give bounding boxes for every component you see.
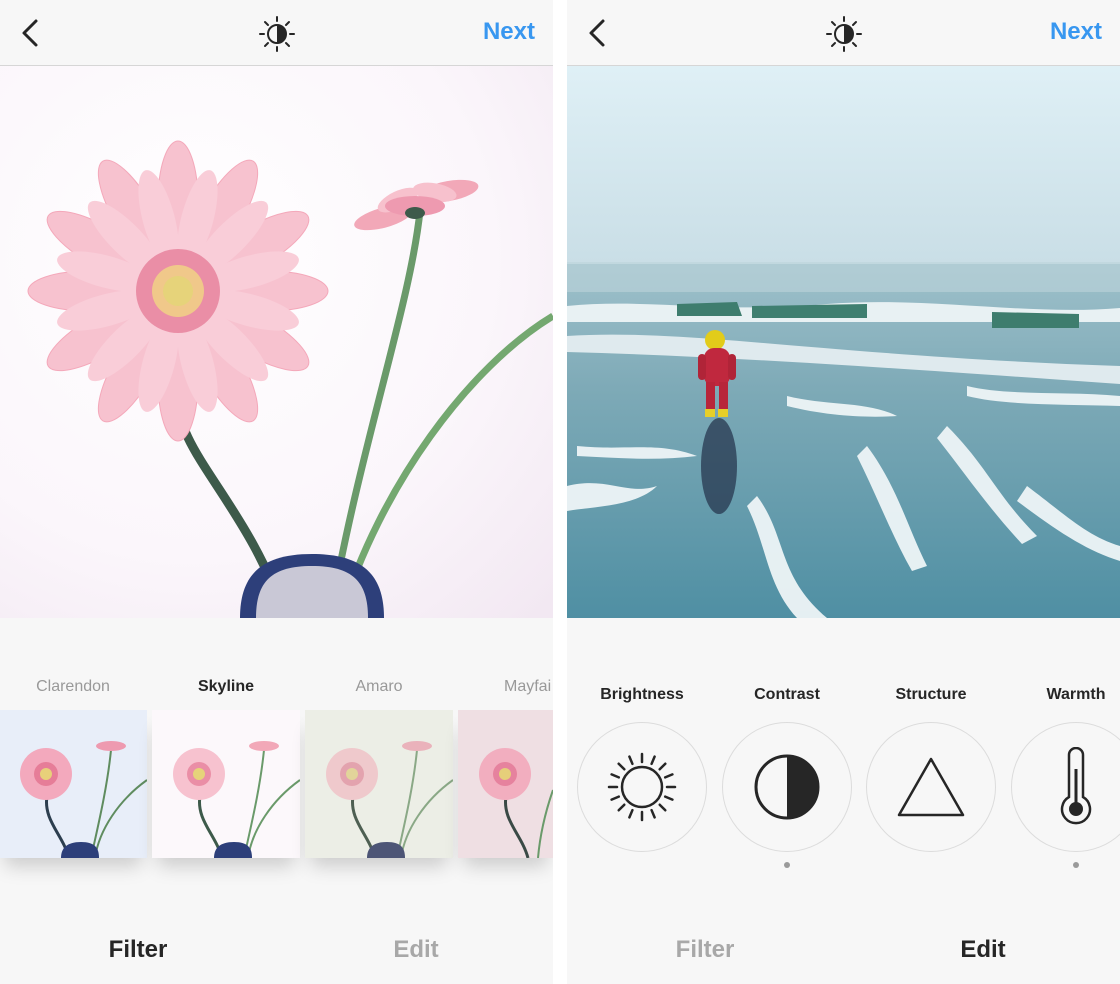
edit-screen: Next Brightness Contrast Structure Warmt… [567,0,1120,984]
tool-label-structure: Structure [895,686,967,703]
next-button[interactable]: Next [1050,18,1102,46]
next-button[interactable]: Next [483,18,535,46]
filter-screen: Next Clarendon Skyline Amaro Mayfai Filt… [0,0,553,984]
structure-tool-button[interactable] [866,722,996,852]
chevron-left-icon [22,19,38,47]
triangle-icon [897,757,965,817]
sun-icon [607,752,677,822]
top-bar: Next [0,0,553,66]
screen-divider [553,0,567,984]
photo-preview [567,66,1120,618]
contrast-adjusted-dot [784,862,790,868]
warmth-adjusted-dot [1073,862,1079,868]
filter-label-mayfair[interactable]: Mayfai [458,678,553,696]
filter-name-row: Clarendon Skyline Amaro Mayfai [0,678,553,700]
warmth-tool-button[interactable] [1011,722,1120,852]
lux-button[interactable] [824,14,864,54]
filter-thumb-mayfair[interactable] [458,710,553,858]
brightness-tool-button[interactable] [577,722,707,852]
tool-label-warmth: Warmth [1046,686,1106,703]
lux-button[interactable] [257,14,297,54]
chevron-left-icon [589,19,605,47]
photo-preview [0,66,553,618]
filter-thumb-clarendon[interactable] [0,710,147,858]
thermometer-icon [1060,747,1092,825]
tool-label-brightness: Brightness [600,686,684,703]
filter-thumb-amaro[interactable] [305,710,453,858]
tab-edit[interactable]: Edit [893,936,1073,964]
tab-filter[interactable]: Filter [48,936,228,964]
contrast-tool-button[interactable] [722,722,852,852]
contrast-icon [754,754,820,820]
filter-thumb-skyline[interactable] [152,710,300,858]
lux-sun-icon [258,16,295,52]
filter-label-skyline[interactable]: Skyline [152,678,300,696]
back-button[interactable] [14,16,46,50]
lux-sun-icon [825,16,862,52]
filter-label-clarendon[interactable]: Clarendon [0,678,147,696]
tool-label-contrast: Contrast [754,686,820,703]
back-button[interactable] [581,16,613,50]
tab-edit[interactable]: Edit [326,936,506,964]
top-bar: Next [567,0,1120,66]
tab-filter[interactable]: Filter [615,936,795,964]
filter-label-amaro[interactable]: Amaro [305,678,453,696]
